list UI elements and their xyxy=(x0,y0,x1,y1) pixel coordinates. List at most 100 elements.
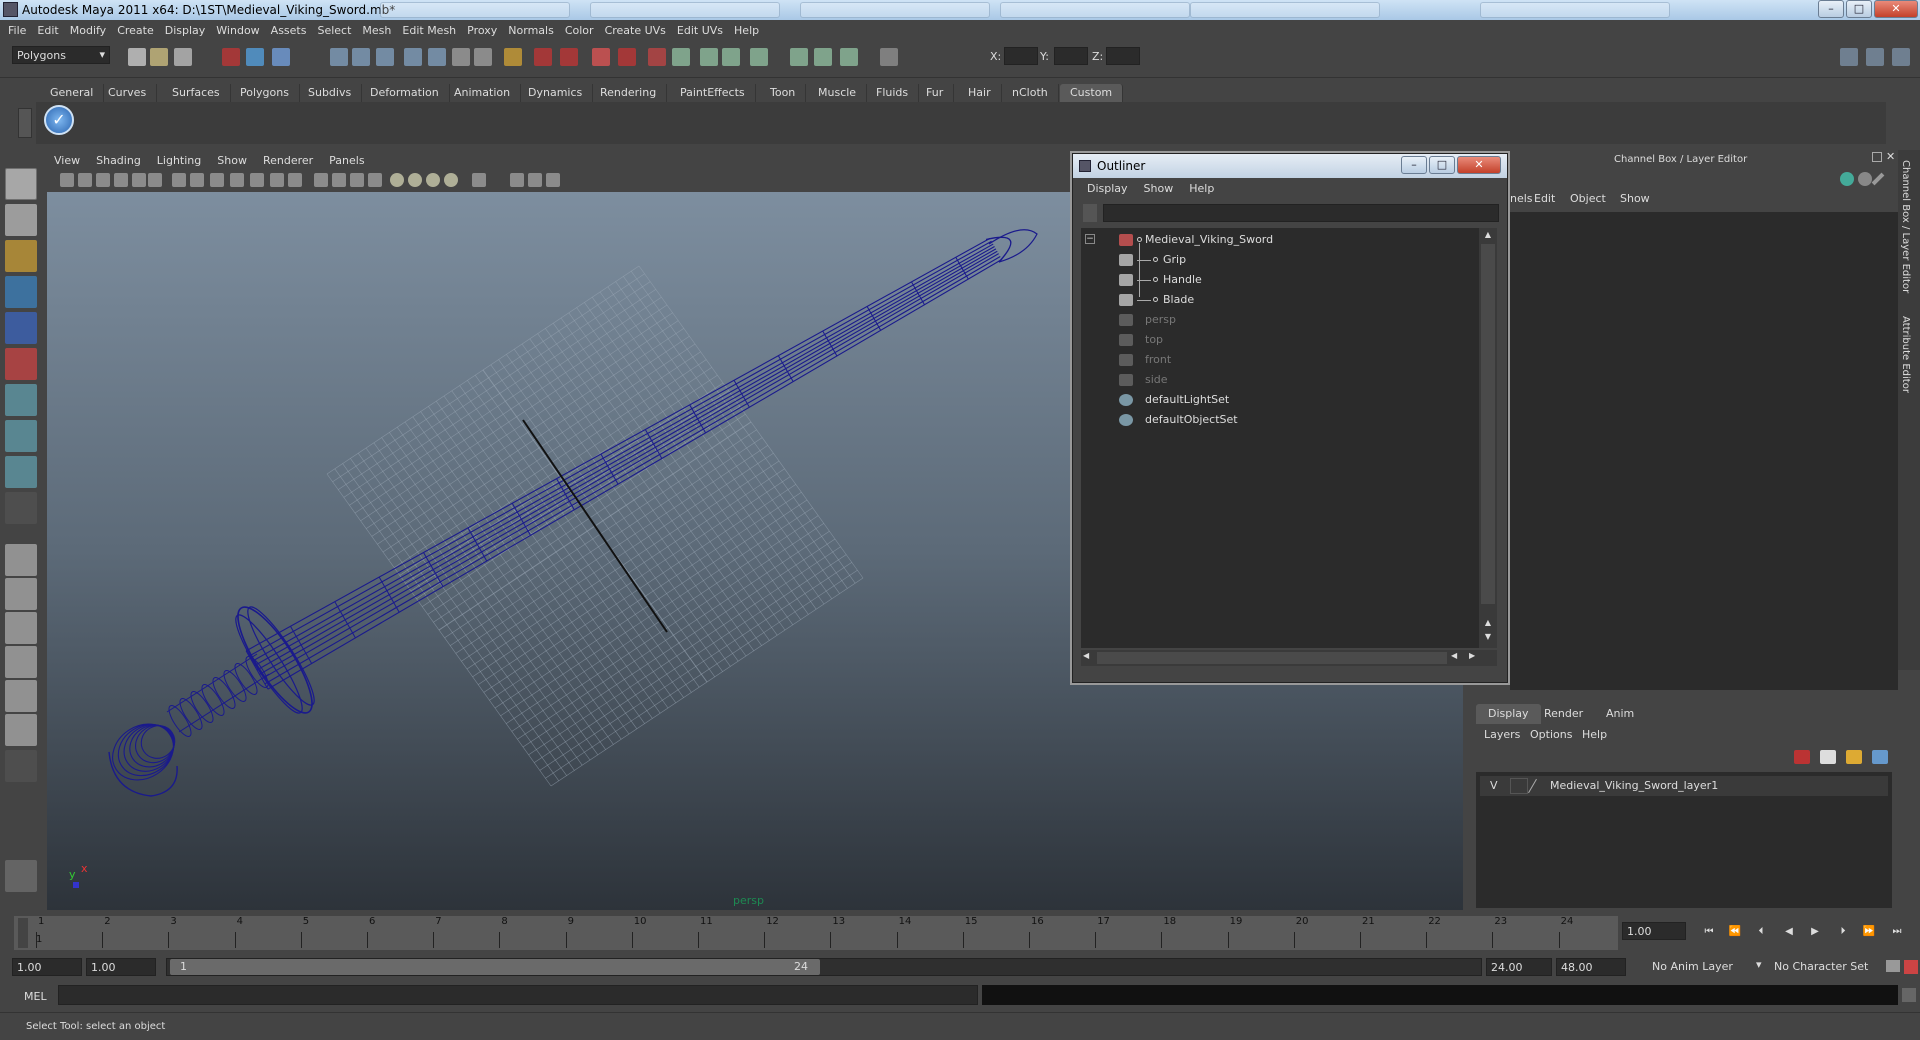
z-field[interactable] xyxy=(1106,47,1140,65)
2d-pan-icon[interactable] xyxy=(132,173,146,187)
field-chart-icon[interactable] xyxy=(250,173,264,187)
safe-title-icon[interactable] xyxy=(288,173,302,187)
xray-icon[interactable] xyxy=(510,173,524,187)
mel-command-input[interactable] xyxy=(58,985,978,1005)
layer-menu-layers[interactable]: Layers xyxy=(1484,728,1520,741)
snap-view-icon[interactable] xyxy=(404,48,422,66)
step-forward-frame-icon[interactable]: ⏵ xyxy=(1834,926,1852,940)
sel-mask-icon[interactable] xyxy=(814,48,832,66)
menu-create-uvs[interactable]: Create UVs xyxy=(605,24,666,37)
sel-mask-icon[interactable] xyxy=(840,48,858,66)
four-pane-layout-icon[interactable] xyxy=(5,578,37,610)
shelf-menu-icon[interactable] xyxy=(18,108,32,138)
ipr-render-icon[interactable] xyxy=(618,48,636,66)
animation-start-field[interactable]: 1.00 xyxy=(12,958,82,976)
smooth-shade-icon[interactable] xyxy=(332,173,346,187)
menu-modify[interactable]: Modify xyxy=(70,24,106,37)
shelf-tab-deformation[interactable]: Deformation xyxy=(360,84,450,102)
sel-mask-icon[interactable] xyxy=(700,48,718,66)
menu-color[interactable]: Color xyxy=(565,24,594,37)
menu-create[interactable]: Create xyxy=(117,24,154,37)
new-layer-selected-icon[interactable] xyxy=(1846,750,1862,764)
menu-assets[interactable]: Assets xyxy=(271,24,307,37)
outliner-item[interactable]: front xyxy=(1081,350,1477,370)
outliner-item[interactable]: side xyxy=(1081,370,1477,390)
outliner-minimize-button[interactable]: – xyxy=(1401,156,1427,174)
scroll-left-icon[interactable]: ◀ xyxy=(1083,651,1095,665)
last-tool-icon[interactable] xyxy=(5,492,37,524)
shelf-tab-dynamics[interactable]: Dynamics xyxy=(518,84,594,102)
scale-tool-icon[interactable] xyxy=(5,348,37,380)
side-tab-channel-box[interactable]: Channel Box / Layer Editor xyxy=(1900,160,1911,293)
new-layer-icon[interactable] xyxy=(1820,750,1836,764)
outliner-item[interactable]: top xyxy=(1081,330,1477,350)
isolate-select-icon[interactable] xyxy=(472,173,486,187)
render-settings-icon[interactable] xyxy=(648,48,666,66)
shelf-tab-toon[interactable]: Toon xyxy=(760,84,807,102)
menu-display[interactable]: Display xyxy=(165,24,206,37)
outliner-filter-input[interactable] xyxy=(1103,204,1499,222)
delete-layer-icon[interactable] xyxy=(1794,750,1810,764)
outliner-item[interactable]: Blade xyxy=(1081,290,1477,310)
shelf-tab-curves[interactable]: Curves xyxy=(98,84,158,102)
maya-logo-icon[interactable] xyxy=(5,860,37,892)
open-scene-icon[interactable] xyxy=(150,48,168,66)
channel-menu-show[interactable]: Show xyxy=(1620,192,1650,205)
render-layout-icon[interactable] xyxy=(5,714,37,746)
channel-box-icon[interactable] xyxy=(1840,172,1854,186)
menu-edit-mesh[interactable]: Edit Mesh xyxy=(402,24,456,37)
outliner-menu-help[interactable]: Help xyxy=(1189,182,1214,195)
scroll-up-icon[interactable]: ▲ xyxy=(1481,230,1495,242)
hypershade-layout-icon[interactable] xyxy=(5,680,37,712)
xray-joints-icon[interactable] xyxy=(528,173,542,187)
shelf-tab-rendering[interactable]: Rendering xyxy=(590,84,668,102)
animation-end-field[interactable]: 48.00 xyxy=(1556,958,1626,976)
numeric-input-icon[interactable] xyxy=(880,48,898,66)
menu-help[interactable]: Help xyxy=(734,24,759,37)
scroll-left-icon[interactable]: ◀ xyxy=(1451,651,1463,665)
y-field[interactable] xyxy=(1054,47,1088,65)
channel-box-icon[interactable] xyxy=(1892,48,1910,66)
resolution-gate-icon[interactable] xyxy=(210,173,224,187)
playback-start-field[interactable]: 1.00 xyxy=(86,958,156,976)
mel-label[interactable]: MEL xyxy=(24,990,47,1003)
sel-mask-icon[interactable] xyxy=(790,48,808,66)
time-slider[interactable]: 1 1 2 3 4 5 6 7 8 9 10 11 12 13 14 15 16 17 18 19 20 21 22 23 2… xyxy=(14,916,1618,950)
current-time-indicator[interactable] xyxy=(18,918,28,948)
menu-set-dropdown[interactable]: Polygons ▾ xyxy=(12,46,110,64)
channel-menu-channels[interactable]: nels xyxy=(1510,192,1533,205)
scrollbar-thumb[interactable] xyxy=(1481,244,1495,604)
viewport-menu-view[interactable]: View xyxy=(54,154,80,167)
layer-visibility-toggle[interactable]: V xyxy=(1490,779,1498,792)
minimize-button[interactable]: – xyxy=(1818,0,1844,18)
sel-mask-icon[interactable] xyxy=(750,48,768,66)
sel-mask-icon[interactable] xyxy=(722,48,740,66)
layer-color-swatch[interactable] xyxy=(1528,778,1537,794)
outliner-close-button[interactable]: ✕ xyxy=(1457,156,1501,174)
x-field[interactable] xyxy=(1004,47,1038,65)
select-tool-icon[interactable] xyxy=(5,168,37,200)
layer-menu-options[interactable]: Options xyxy=(1530,728,1572,741)
go-to-start-icon[interactable]: ⏮ xyxy=(1700,926,1718,940)
filter-icon[interactable] xyxy=(1083,204,1097,222)
shelf-tab-animation[interactable]: Animation xyxy=(444,84,522,102)
shelf-tab-subdivs[interactable]: Subdivs xyxy=(298,84,363,102)
play-backwards-icon[interactable]: ◀ xyxy=(1780,926,1798,940)
layer-tab-render[interactable]: Render xyxy=(1532,704,1595,724)
character-set-dropdown[interactable]: No Character Set xyxy=(1770,958,1878,976)
high-quality-icon[interactable] xyxy=(444,173,458,187)
wireframe-icon[interactable] xyxy=(314,173,328,187)
all-lights-icon[interactable] xyxy=(408,173,422,187)
outliner-item[interactable]: defaultLightSet xyxy=(1081,390,1477,410)
scroll-up-icon[interactable]: ▲ xyxy=(1481,618,1495,630)
more-layouts-icon[interactable] xyxy=(5,750,37,782)
outliner-layout-icon[interactable] xyxy=(5,612,37,644)
shelf-tab-surfaces[interactable]: Surfaces xyxy=(162,84,231,102)
viewport-menu-renderer[interactable]: Renderer xyxy=(263,154,313,167)
universal-manip-icon[interactable] xyxy=(5,384,37,416)
menu-mesh[interactable]: Mesh xyxy=(362,24,391,37)
outliner-menu-display[interactable]: Display xyxy=(1087,182,1128,195)
menu-normals[interactable]: Normals xyxy=(508,24,554,37)
render-frame-icon[interactable] xyxy=(592,48,610,66)
scroll-down-icon[interactable]: ▼ xyxy=(1481,632,1495,644)
